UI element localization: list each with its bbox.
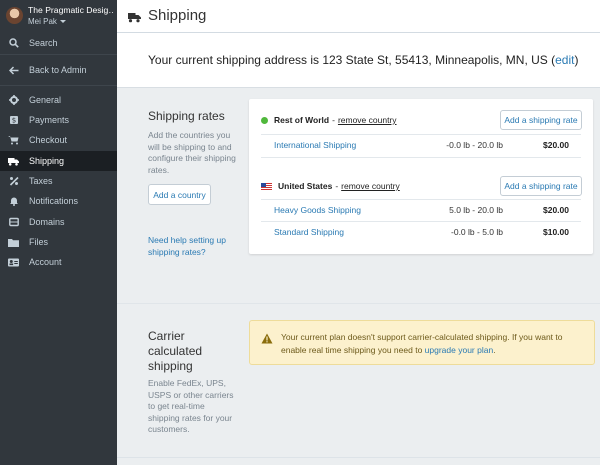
rate-price: $20.00 — [543, 140, 569, 150]
carrier-title-line: shipping — [148, 359, 193, 373]
sidebar-item-taxes[interactable]: Taxes — [0, 171, 117, 191]
arrow-left-icon — [8, 65, 19, 75]
sidebar-back-to-admin[interactable]: Back to Admin — [0, 60, 117, 80]
sidebar-item-label: Account — [29, 257, 62, 267]
globe-dot-icon — [261, 116, 268, 124]
sidebar-item-payments[interactable]: $ Payments — [0, 110, 117, 130]
rate-range: -0.0 lb - 20.0 lb — [446, 140, 503, 150]
sidebar: The Pragmatic Desig… Mei Pak Search Back… — [0, 0, 117, 465]
remove-country-link[interactable]: remove country — [341, 181, 400, 191]
edit-address-link[interactable]: edit — [555, 53, 574, 67]
truck-icon — [128, 10, 141, 28]
globe-icon — [8, 217, 19, 227]
divider — [0, 54, 117, 55]
separator: - — [332, 115, 335, 125]
carrier-section-title: Carrier calculated shipping — [148, 329, 202, 374]
shipping-address: Your current shipping address is 123 Sta… — [148, 53, 578, 67]
sidebar-item-files[interactable]: Files — [0, 232, 117, 252]
sidebar-item-notifications[interactable]: Notifications — [0, 191, 117, 211]
sidebar-item-label: Checkout — [29, 135, 68, 145]
shipping-rates-help-link[interactable]: Need help setting up shipping rates? — [148, 235, 238, 258]
rate-name-link[interactable]: International Shipping — [274, 140, 356, 150]
avatar — [6, 7, 23, 24]
truck-icon — [8, 156, 19, 166]
rate-range: -0.0 lb - 5.0 lb — [451, 227, 503, 237]
sidebar-item-label: General — [29, 95, 62, 105]
warning-message: Your current plan doesn't support carrie… — [281, 332, 563, 355]
rate-name-link[interactable]: Heavy Goods Shipping — [274, 205, 361, 215]
sidebar-item-shipping[interactable]: Shipping — [0, 151, 117, 171]
section-divider — [117, 457, 600, 458]
address-suffix: ) — [574, 53, 579, 67]
payments-icon: $ — [8, 115, 19, 125]
sidebar-item-general[interactable]: General — [0, 90, 117, 110]
user-name: Mei Pak — [28, 17, 57, 26]
upgrade-plan-link[interactable]: upgrade your plan — [425, 345, 494, 355]
sidebar-item-checkout[interactable]: Checkout — [0, 130, 117, 150]
shipping-rates-description: Add the countries you will be shipping t… — [148, 130, 236, 175]
warning-text: Your current plan doesn't support carrie… — [281, 331, 581, 357]
warning-icon — [261, 331, 273, 349]
sidebar-item-account[interactable]: Account — [0, 252, 117, 272]
table-row: Heavy Goods Shipping 5.0 lb - 20.0 lb $2… — [261, 200, 581, 221]
carrier-title-line: Carrier — [148, 329, 185, 343]
zone-header-rest-of-world: Rest of World - remove country — [261, 115, 397, 125]
folder-icon — [8, 237, 19, 247]
section-divider — [117, 303, 600, 304]
zone-name: Rest of World — [274, 115, 330, 125]
separator: - — [335, 181, 339, 191]
cart-icon — [8, 135, 19, 145]
store-name: The Pragmatic Desig… — [28, 5, 114, 15]
sidebar-back-label: Back to Admin — [29, 65, 87, 75]
address-band: Your current shipping address is 123 Sta… — [117, 33, 600, 88]
address-text: Your current shipping address is 123 Sta… — [148, 53, 556, 67]
rate-name-link[interactable]: Standard Shipping — [274, 227, 344, 237]
zone-name: United States — [278, 181, 333, 191]
sidebar-item-label: Notifications — [29, 196, 79, 206]
carrier-title-line: calculated — [148, 344, 203, 358]
account-icon — [8, 257, 19, 267]
search-icon — [8, 38, 19, 48]
shipping-rates-title: Shipping rates — [148, 109, 225, 123]
sidebar-item-domains[interactable]: Domains — [0, 212, 117, 232]
bell-icon — [8, 196, 19, 206]
chevron-down-icon — [59, 20, 66, 24]
svg-text:$: $ — [11, 117, 15, 125]
remove-country-link[interactable]: remove country — [338, 115, 397, 125]
sidebar-item-label: Taxes — [29, 176, 53, 186]
gear-icon — [8, 95, 19, 105]
add-country-button[interactable]: Add a country — [148, 184, 211, 205]
carrier-description: Enable FedEx, UPS, USPS or other carrier… — [148, 378, 234, 434]
table-row: Standard Shipping -0.0 lb - 5.0 lb $10.0… — [261, 222, 581, 243]
sidebar-search[interactable]: Search — [0, 33, 117, 53]
shipping-rates-card: Rest of World - remove country Add a shi… — [249, 99, 593, 254]
warning-end: . — [493, 345, 496, 355]
rate-range: 5.0 lb - 20.0 lb — [449, 205, 503, 215]
store-user: Mei Pak — [28, 17, 66, 26]
add-shipping-rate-button[interactable]: Add a shipping rate — [500, 176, 582, 196]
divider — [261, 157, 581, 158]
store-switcher[interactable]: The Pragmatic Desig… Mei Pak — [0, 0, 117, 33]
rate-price: $20.00 — [543, 205, 569, 215]
divider — [0, 85, 117, 86]
add-shipping-rate-button[interactable]: Add a shipping rate — [500, 110, 582, 130]
us-flag-icon — [261, 182, 272, 190]
upgrade-warning: Your current plan doesn't support carrie… — [249, 320, 595, 365]
page-title: Shipping — [148, 7, 207, 24]
sidebar-item-label: Payments — [29, 115, 70, 125]
zone-header-united-states: United States - remove country — [261, 181, 400, 191]
table-row: International Shipping -0.0 lb - 20.0 lb… — [261, 135, 581, 156]
sidebar-search-label: Search — [29, 38, 58, 48]
taxes-icon — [8, 176, 19, 186]
sidebar-item-label: Shipping — [29, 156, 65, 166]
sidebar-item-label: Domains — [29, 217, 65, 227]
sidebar-item-label: Files — [29, 237, 49, 247]
page-header: Shipping — [117, 0, 600, 33]
rate-price: $10.00 — [543, 227, 569, 237]
